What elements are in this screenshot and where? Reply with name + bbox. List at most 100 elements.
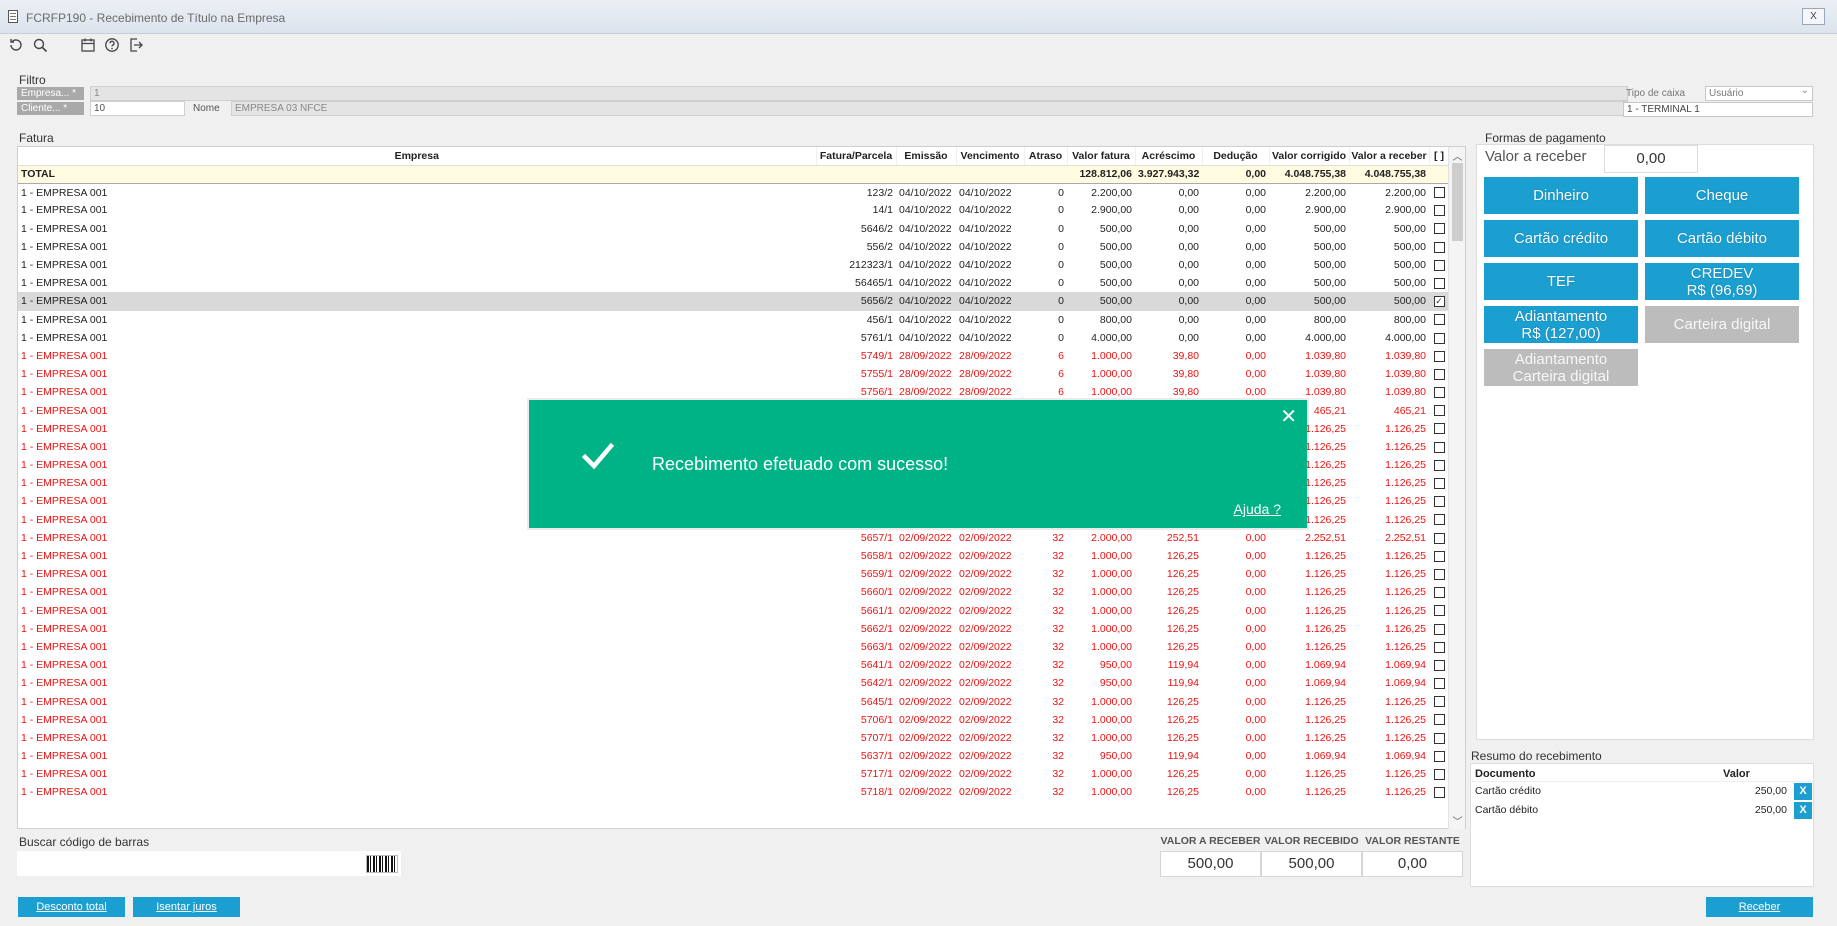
row-checkbox[interactable] xyxy=(1433,568,1445,580)
column-header[interactable]: Valor fatura xyxy=(1067,147,1136,166)
adiantamento-carteira-button[interactable]: Adiantamento Carteira digital xyxy=(1484,349,1638,386)
column-header[interactable]: Atraso xyxy=(1024,147,1068,166)
grid-scrollbar[interactable]: ︿ ﹀ xyxy=(1448,147,1465,829)
refresh-icon[interactable] xyxy=(6,37,26,57)
row-checkbox[interactable] xyxy=(1433,387,1445,399)
row-checkbox[interactable] xyxy=(1433,769,1445,780)
row-checkbox[interactable] xyxy=(1433,405,1445,417)
table-row[interactable]: 1 - EMPRESA 001 5707/1 02/09/2022 02/09/202… xyxy=(18,729,1449,747)
isentar-juros-button[interactable]: Isentar juros xyxy=(133,897,240,917)
row-checkbox[interactable] xyxy=(1433,223,1445,235)
table-row[interactable]: 1 - EMPRESA 001 556/2 04/10/2022 04/10/2022… xyxy=(18,238,1449,256)
help-icon[interactable] xyxy=(102,37,122,57)
column-header[interactable]: Fatura/Parcela xyxy=(816,147,897,166)
column-header[interactable]: Valor corrigido xyxy=(1269,147,1350,166)
barcode-icon[interactable] xyxy=(366,855,398,873)
table-row[interactable]: 1 - EMPRESA 001 5749/1 28/09/2022 28/09/202… xyxy=(18,347,1449,365)
column-header[interactable]: [ ] xyxy=(1429,147,1450,166)
column-header[interactable]: Empresa xyxy=(18,147,817,166)
row-checkbox[interactable] xyxy=(1433,641,1445,653)
table-row[interactable]: 1 - EMPRESA 001 5656/2 04/10/2022 04/10/202… xyxy=(18,292,1449,311)
scroll-down-icon[interactable]: ﹀ xyxy=(1449,813,1466,828)
table-row[interactable]: 1 - EMPRESA 001 5657/1 02/09/2022 02/09/202… xyxy=(18,529,1449,547)
close-toast-icon[interactable]: ✕ xyxy=(1280,404,1297,429)
table-row[interactable]: 1 - EMPRESA 001 5646/2 04/10/2022 04/10/202… xyxy=(18,220,1449,238)
row-checkbox[interactable] xyxy=(1433,368,1445,380)
table-row[interactable]: 1 - EMPRESA 001 5717/1 02/09/2022 02/09/202… xyxy=(18,765,1449,783)
row-checkbox[interactable] xyxy=(1433,587,1445,599)
row-checkbox[interactable] xyxy=(1433,787,1445,799)
table-row[interactable]: 1 - EMPRESA 001 5706/1 02/09/2022 02/09/202… xyxy=(18,711,1449,729)
row-checkbox[interactable] xyxy=(1433,732,1445,744)
table-row[interactable]: 1 - EMPRESA 001 212323/1 04/10/2022 04/10/2… xyxy=(18,256,1449,274)
tef-button[interactable]: TEF xyxy=(1484,263,1638,300)
row-checkbox[interactable] xyxy=(1433,714,1445,726)
barcode-input[interactable] xyxy=(17,851,401,876)
credev-button[interactable]: CREDEV R$ (96,69) xyxy=(1645,263,1799,300)
adiantamento-button[interactable]: Adiantamento R$ (127,00) xyxy=(1484,306,1638,343)
column-header[interactable]: Emissão xyxy=(896,147,957,166)
table-row[interactable]: 1 - EMPRESA 001 5761/1 04/10/2022 04/10/202… xyxy=(18,329,1449,347)
cartao-credito-button[interactable]: Cartão crédito xyxy=(1484,220,1638,257)
table-row[interactable]: 1 - EMPRESA 001 5642/1 02/09/2022 02/09/202… xyxy=(18,674,1449,692)
row-checkbox[interactable] xyxy=(1433,623,1445,635)
table-row[interactable]: 1 - EMPRESA 001 5661/1 02/09/2022 02/09/202… xyxy=(18,602,1449,620)
scroll-up-icon[interactable]: ︿ xyxy=(1449,148,1466,163)
row-checkbox[interactable] xyxy=(1433,241,1445,253)
table-row[interactable]: 1 - EMPRESA 001 5645/1 02/09/2022 02/09/202… xyxy=(18,692,1449,710)
scroll-thumb[interactable] xyxy=(1452,163,1463,241)
row-checkbox[interactable] xyxy=(1433,678,1445,690)
row-checkbox[interactable] xyxy=(1433,750,1445,762)
help-link[interactable]: Ajuda ? xyxy=(1234,501,1281,517)
row-checkbox[interactable] xyxy=(1433,459,1445,471)
table-row[interactable]: 1 - EMPRESA 001 5660/1 02/09/2022 02/09/202… xyxy=(18,583,1449,601)
cheque-button[interactable]: Cheque xyxy=(1645,177,1799,214)
row-checkbox[interactable] xyxy=(1433,332,1445,344)
close-window-button[interactable]: X xyxy=(1802,8,1825,25)
row-checkbox[interactable] xyxy=(1433,205,1445,217)
table-row[interactable]: 1 - EMPRESA 001 5659/1 02/09/2022 02/09/202… xyxy=(18,565,1449,583)
row-checkbox[interactable] xyxy=(1433,550,1445,562)
cliente-field[interactable]: 10 xyxy=(90,101,185,116)
table-row[interactable]: 1 - EMPRESA 001 5662/1 02/09/2022 02/09/202… xyxy=(18,620,1449,638)
row-checkbox[interactable] xyxy=(1433,350,1445,362)
table-row[interactable]: 1 - EMPRESA 001 5755/1 28/09/2022 28/09/202… xyxy=(18,365,1449,383)
carteira-digital-button[interactable]: Carteira digital xyxy=(1645,306,1799,343)
column-header[interactable]: Vencimento xyxy=(956,147,1025,166)
remove-payment-button[interactable]: X xyxy=(1794,783,1812,800)
row-checkbox[interactable] xyxy=(1433,277,1445,289)
cartao-debito-button[interactable]: Cartão débito xyxy=(1645,220,1799,257)
column-header[interactable]: Valor a receber xyxy=(1349,147,1430,166)
exit-icon[interactable] xyxy=(126,37,146,57)
cliente-label[interactable]: Cliente... * xyxy=(17,102,84,115)
row-checkbox[interactable] xyxy=(1433,423,1445,435)
table-row[interactable]: 1 - EMPRESA 001 56465/1 04/10/2022 04/10/20… xyxy=(18,274,1449,292)
remove-payment-button[interactable]: X xyxy=(1794,802,1812,819)
row-checkbox[interactable]: ✓ xyxy=(1433,296,1445,308)
empresa-field[interactable]: 1 xyxy=(90,86,1628,101)
row-checkbox[interactable] xyxy=(1433,259,1445,271)
row-checkbox[interactable] xyxy=(1433,605,1445,617)
tipo-caixa-select[interactable]: Usuário xyxy=(1705,84,1813,101)
column-header[interactable]: Dedução xyxy=(1202,147,1270,166)
row-checkbox[interactable] xyxy=(1433,496,1445,508)
table-row[interactable]: 1 - EMPRESA 001 123/2 04/10/2022 04/10/2022… xyxy=(18,183,1449,201)
row-checkbox[interactable] xyxy=(1433,314,1445,326)
valor-receber-input[interactable]: 0,00 xyxy=(1604,145,1698,173)
row-checkbox[interactable] xyxy=(1433,696,1445,708)
search-icon[interactable] xyxy=(30,37,50,57)
row-checkbox[interactable] xyxy=(1433,532,1445,544)
table-row[interactable]: 1 - EMPRESA 001 5641/1 02/09/2022 02/09/202… xyxy=(18,656,1449,674)
row-checkbox[interactable] xyxy=(1433,659,1445,671)
table-row[interactable]: 1 - EMPRESA 001 456/1 04/10/2022 04/10/2022… xyxy=(18,311,1449,329)
row-checkbox[interactable] xyxy=(1433,478,1445,489)
row-checkbox[interactable] xyxy=(1433,514,1445,526)
calendar-icon[interactable] xyxy=(78,37,98,57)
dinheiro-button[interactable]: Dinheiro xyxy=(1484,177,1638,214)
desconto-total-button[interactable]: Desconto total xyxy=(18,897,125,917)
table-row[interactable]: 1 - EMPRESA 001 5658/1 02/09/2022 02/09/202… xyxy=(18,547,1449,565)
row-checkbox[interactable] xyxy=(1433,187,1445,199)
row-checkbox[interactable] xyxy=(1433,441,1445,453)
column-header[interactable]: Acréscimo xyxy=(1135,147,1203,166)
empresa-label[interactable]: Empresa... * xyxy=(17,87,84,100)
